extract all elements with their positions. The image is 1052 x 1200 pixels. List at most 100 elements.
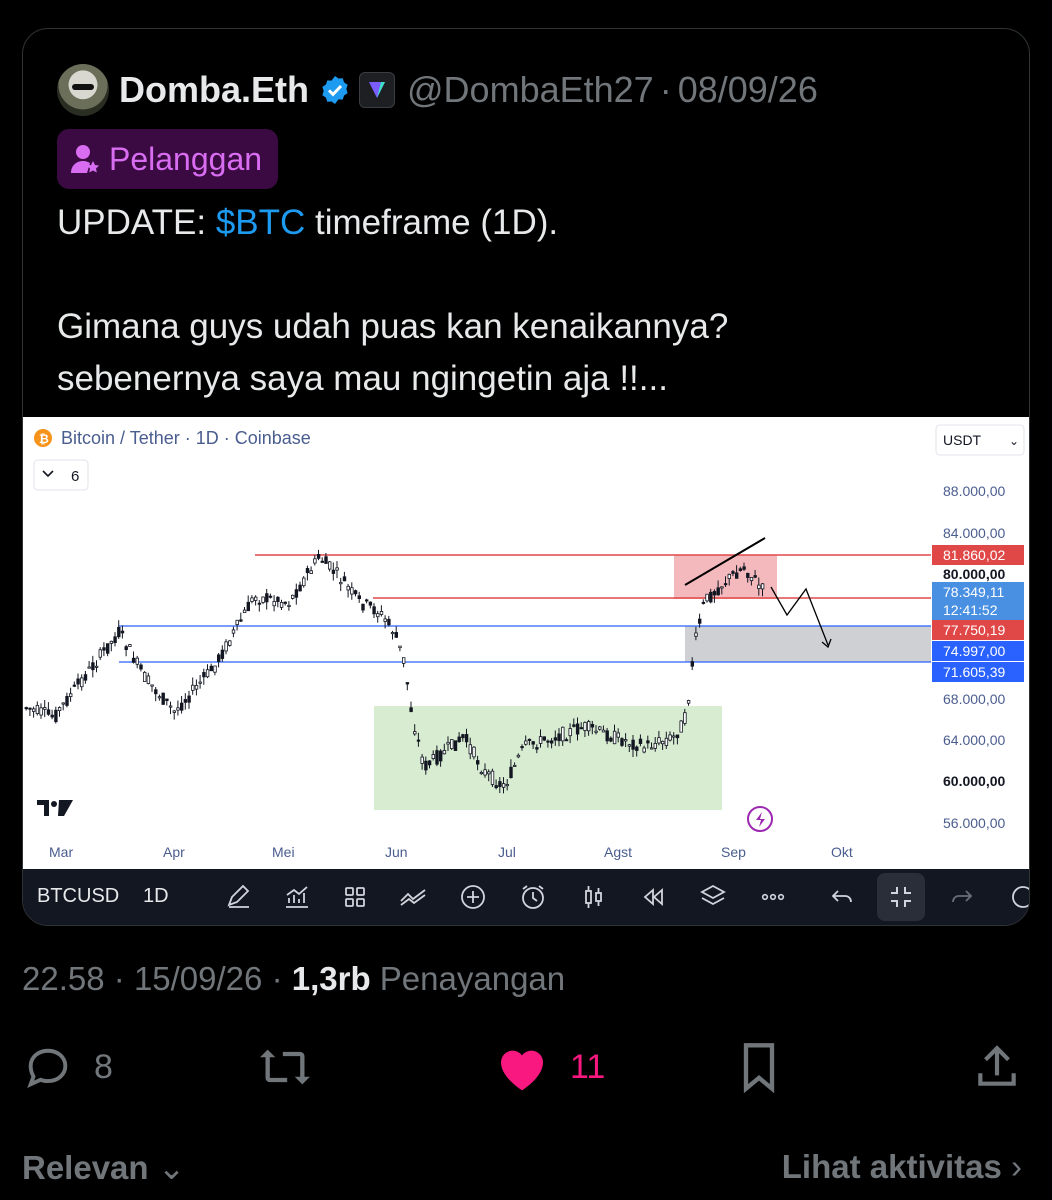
candle-body (442, 750, 447, 755)
candle-body (368, 601, 373, 606)
timeframe-label[interactable]: 1D (143, 885, 169, 908)
month-label: Mar (49, 844, 73, 860)
candle-body (535, 747, 539, 750)
indicator-count: 6 (71, 468, 79, 485)
candle-body (342, 576, 347, 582)
indicators-toggle[interactable] (33, 459, 89, 491)
share-button[interactable] (972, 1041, 1022, 1093)
subscriber-badge[interactable]: Pelanggan (57, 129, 279, 189)
candle-body (405, 682, 410, 685)
reply-button[interactable]: 8 (22, 1041, 113, 1093)
candle-body (276, 596, 280, 602)
tweet-date[interactable]: 08/09/26 (678, 69, 818, 111)
tweet-time[interactable]: 22.58 (22, 960, 105, 997)
candle-body (494, 785, 498, 789)
symbol-label[interactable]: BTCUSD (37, 885, 119, 908)
like-button[interactable]: 11 (494, 1041, 605, 1093)
more-icon[interactable] (757, 881, 789, 913)
redo-icon[interactable] (945, 881, 977, 913)
candle-body (172, 710, 176, 713)
layers-icon[interactable] (697, 881, 729, 913)
candle-body (187, 695, 191, 703)
candle-body (409, 707, 413, 712)
repost-icon (260, 1049, 310, 1085)
candle-body (657, 737, 661, 744)
separator: · (113, 960, 125, 997)
avatar[interactable] (57, 64, 109, 116)
candle-body (387, 618, 391, 626)
indicators-icon[interactable] (281, 881, 313, 913)
candle-body (712, 591, 717, 596)
tradingview-logo[interactable] (37, 800, 73, 816)
trading-chart[interactable]: ₿ Bitcoin / Tether · 1D · Coinbase USDT … (23, 417, 1029, 869)
candle-body (120, 630, 125, 634)
month-label: Agst (604, 844, 632, 860)
candle-body (661, 740, 665, 745)
month-label: Jul (498, 844, 516, 860)
candle-body (220, 649, 225, 659)
repost-button[interactable] (256, 1041, 314, 1093)
month-label: Apr (163, 844, 185, 860)
month-label: Mei (272, 844, 295, 860)
candle-body (568, 728, 572, 737)
candle-body (242, 609, 247, 614)
action-bar: 8 11 (0, 1035, 1052, 1095)
bookmark-button[interactable] (736, 1041, 782, 1093)
pencil-icon[interactable] (223, 881, 255, 913)
candle-body (198, 681, 202, 684)
candle-body (753, 575, 757, 578)
candle-body (416, 739, 421, 742)
replay-icon[interactable] (637, 881, 669, 913)
candle-body (157, 696, 162, 699)
price-level: 80.000,00 (943, 566, 1005, 582)
candle-body (542, 736, 546, 741)
candle-body (690, 661, 694, 667)
candle-body (457, 736, 461, 743)
candle-body (575, 723, 580, 735)
currency-select-label: USDT (943, 432, 982, 448)
views-label: Penayangan (379, 960, 566, 997)
cashtag-link[interactable]: $BTC (216, 203, 305, 242)
candle-body (524, 740, 528, 745)
chart-title: Bitcoin / Tether · 1D · Coinbase (61, 428, 311, 448)
tweet-date[interactable]: 15/09/26 (134, 960, 262, 997)
compare-icon[interactable] (397, 881, 429, 913)
candle-body (268, 595, 273, 598)
candle-body (165, 698, 169, 702)
candle-body (679, 720, 683, 733)
undo-icon[interactable] (827, 881, 859, 913)
candle-body (316, 554, 321, 559)
candle-body (672, 735, 676, 738)
display-name[interactable]: Domba.Eth (119, 69, 309, 111)
candle-body (538, 736, 543, 744)
candle-body (302, 577, 306, 587)
chat-icon[interactable] (1007, 881, 1030, 913)
candle-body (161, 692, 165, 705)
candle-body (401, 657, 406, 664)
candle-body (638, 738, 643, 744)
grid-icon[interactable] (339, 881, 371, 913)
candles-icon[interactable] (577, 881, 609, 913)
alarm-icon[interactable] (517, 881, 549, 913)
tweet-text: UPDATE: $BTC timeframe (1D). Gimana guys… (57, 197, 997, 405)
candle-body (557, 733, 561, 742)
candle-body (749, 577, 754, 582)
candle-body (379, 611, 384, 615)
candle-body (298, 584, 302, 592)
candle-body (250, 597, 254, 602)
candle-body (65, 696, 69, 706)
fullscreen-exit-button[interactable] (877, 873, 925, 921)
candle-body (483, 769, 487, 776)
candle-body (738, 568, 743, 571)
sort-dropdown[interactable]: Relevan ⌄ (22, 1149, 185, 1186)
candle-body (24, 707, 28, 710)
quoted-tweet-card[interactable]: Domba.Eth @DombaEth27 · 08/09/26 Pelangg… (22, 28, 1030, 926)
view-activity-link[interactable]: Lihat aktivitas › (782, 1148, 1022, 1186)
add-icon[interactable] (457, 881, 489, 913)
candle-body (179, 702, 184, 711)
candle-body (94, 665, 99, 668)
candle-body (760, 583, 765, 590)
candle-body (427, 760, 432, 766)
affiliate-icon[interactable] (359, 72, 396, 108)
chart-toolbar: BTCUSD 1D (23, 869, 1029, 925)
